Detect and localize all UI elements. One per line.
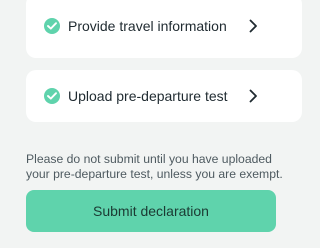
notice-line: your pre-departure test, unless you are … (26, 167, 283, 181)
submit-declaration-button[interactable]: Submit declaration (26, 190, 276, 232)
submit-notice: Please do not submit until you have uplo… (26, 152, 296, 182)
chevron-right-icon[interactable] (248, 19, 258, 33)
check-circle-icon (44, 18, 60, 34)
step-upload-test[interactable]: Upload pre-departure test (26, 70, 302, 122)
notice-line: Please do not submit until you have uplo… (26, 152, 272, 166)
step-label: Provide travel information (68, 18, 227, 34)
chevron-right-icon[interactable] (248, 89, 258, 103)
check-circle-icon (44, 88, 60, 104)
step-label: Upload pre-departure test (68, 88, 228, 104)
step-travel-information[interactable]: Provide travel information (26, 0, 302, 58)
